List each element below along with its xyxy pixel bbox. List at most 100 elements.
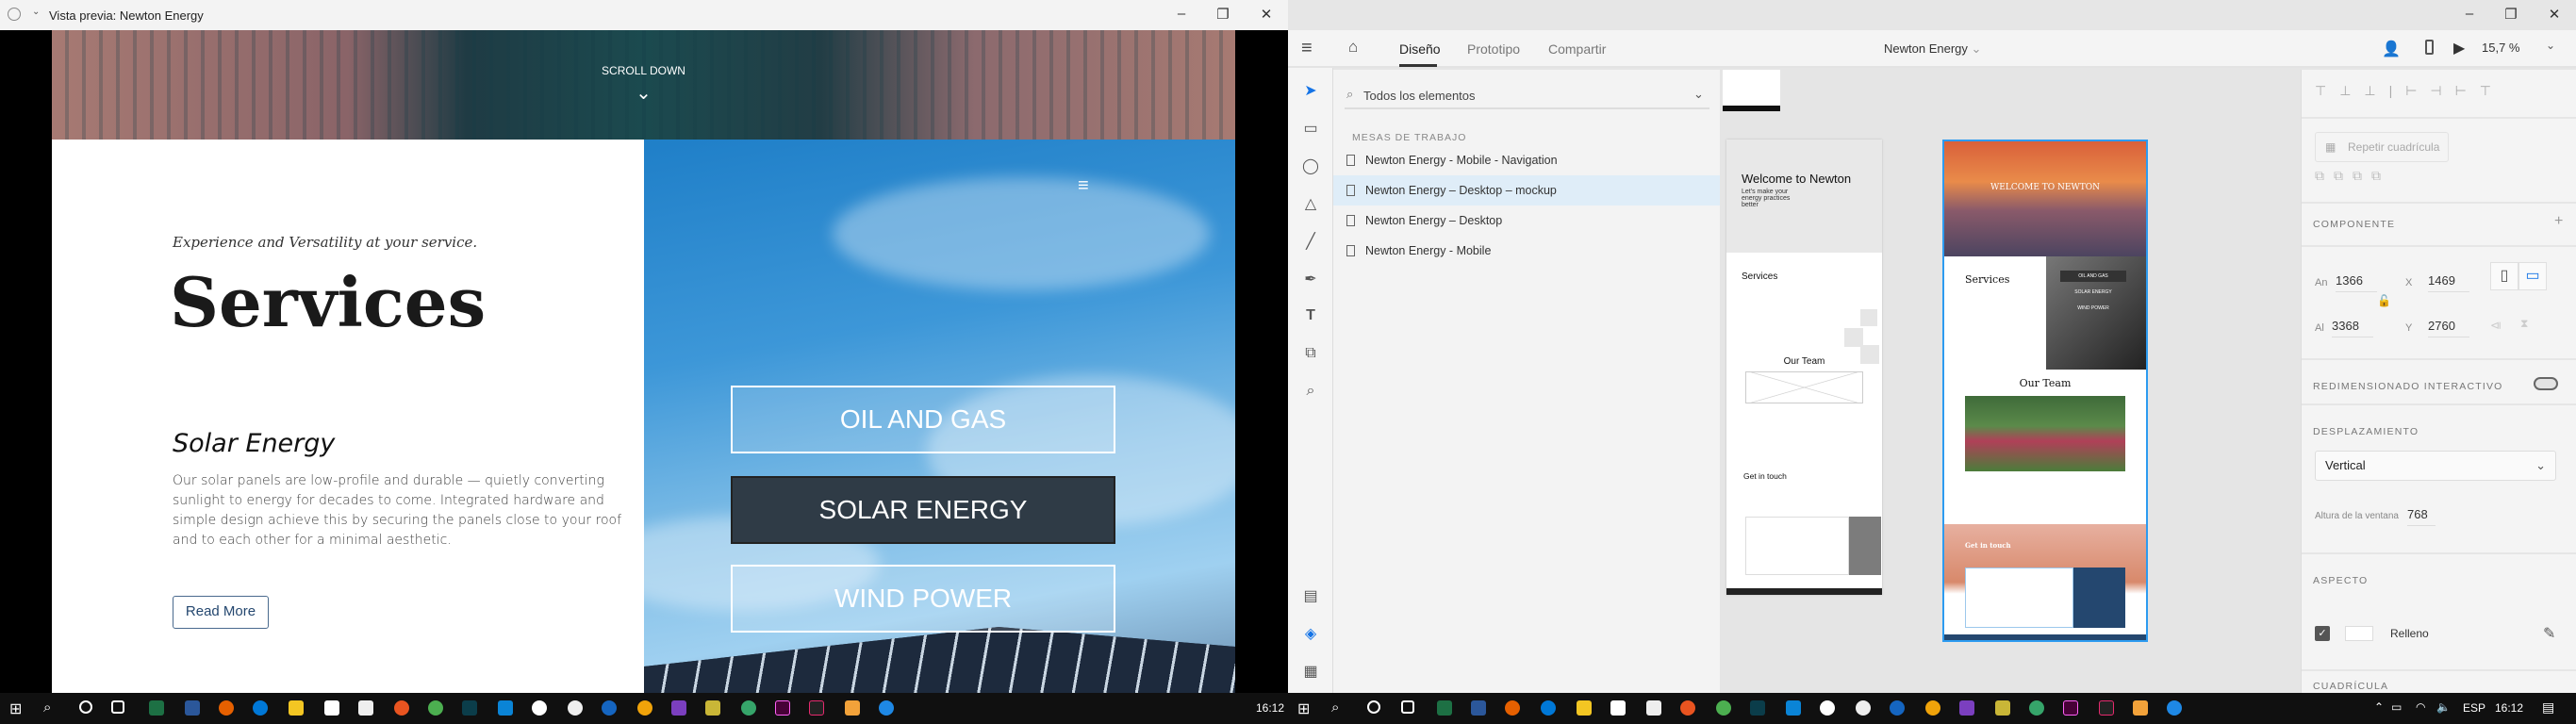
app-icon[interactable] [705,700,720,716]
word-icon[interactable] [185,700,200,716]
close-button[interactable]: ✕ [1252,6,1280,23]
hamburger-menu-icon[interactable]: ≡ [1301,38,1313,59]
file-explorer-icon[interactable] [1577,700,1592,716]
text-tool-icon[interactable]: T [1299,307,1322,324]
app-icon[interactable] [809,700,824,716]
terminal-icon[interactable] [1750,700,1765,716]
adobe-xd-icon[interactable] [775,700,790,716]
read-more-button[interactable]: Read More [173,596,269,629]
windows-start-icon[interactable]: ⊞ [9,699,22,718]
excel-icon[interactable] [149,700,164,716]
firefox-icon[interactable] [1505,700,1520,716]
app-icon[interactable] [568,700,583,716]
slack-icon[interactable] [532,700,547,716]
artboard-tool-icon[interactable]: ⧉ [1299,345,1322,362]
wind-power-button[interactable]: WIND POWER [731,565,1115,633]
lock-aspect-icon[interactable]: 🔓 [2377,294,2391,307]
fill-checkbox[interactable]: ✓ [2315,626,2330,641]
word-icon[interactable] [1471,700,1486,716]
layer-item[interactable]: Newton Energy - Mobile - Navigation [1333,145,1720,175]
tab-design[interactable]: Diseño [1399,41,1441,57]
plugins-icon[interactable]: ▦ [1299,662,1322,681]
edge-icon[interactable] [1541,700,1556,716]
pen-tool-icon[interactable]: ✒ [1299,270,1322,288]
minimize-button[interactable]: – [1167,6,1196,22]
firefox-icon[interactable] [219,700,234,716]
layers-search-input[interactable]: ⌕ Todos los elementos ⌄ [1345,83,1709,109]
vscode-icon[interactable] [1786,700,1801,716]
clock-left[interactable]: 16:12 [1256,701,1284,715]
landscape-icon[interactable]: ▭ [2518,262,2547,290]
app-icon[interactable] [741,700,756,716]
solar-energy-button[interactable]: SOLAR ENERGY [731,476,1115,544]
task-view-icon[interactable] [1401,700,1414,714]
viewport-height-input[interactable]: 768 [2407,507,2436,526]
visual-studio-icon[interactable] [1959,700,1974,716]
flip-vertical-icon[interactable]: ⧗ [2520,317,2528,331]
notifications-icon[interactable]: ▤ [2542,699,2554,716]
app-icon[interactable] [879,700,894,716]
artboard-desktop[interactable]: Welcome to Newton Let's make your energy… [1726,140,1882,595]
align-icons[interactable]: ⊤⊥⊥|⊢⊣⊢⊤ [2315,83,2504,99]
scroll-type-select[interactable]: Vertical ⌄ [2315,451,2556,481]
width-input[interactable]: 1366 [2336,273,2377,292]
zoom-chevron-icon[interactable]: ⌄ [2546,39,2555,52]
cortana-icon[interactable] [1367,700,1380,714]
artboard-mobile-navigation[interactable] [1723,70,1780,111]
mail-icon[interactable] [358,700,373,716]
play-preview-icon[interactable]: ▶ [2453,39,2465,58]
app-icon[interactable] [845,700,860,716]
tray-chevron-icon[interactable]: ⌃ [2374,700,2384,714]
terminal-icon[interactable] [462,700,477,716]
minimize-button[interactable]: – [2455,6,2484,22]
add-component-icon[interactable]: + [2554,213,2563,230]
volume-icon[interactable]: 🔈 [2436,700,2451,714]
app-icon[interactable] [602,700,617,716]
battery-icon[interactable]: ▭ [2391,700,2402,714]
excel-icon[interactable] [1437,700,1452,716]
layer-item[interactable]: Newton Energy - Mobile [1333,236,1720,266]
layer-item-selected[interactable]: Newton Energy – Desktop – mockup [1333,175,1720,206]
assets-icon[interactable]: ▤ [1299,586,1322,605]
record-icon[interactable] [8,8,21,21]
repeat-grid-button[interactable]: ▦ Repetir cuadrícula [2315,132,2449,162]
design-canvas[interactable]: Welcome to Newton Let's make your energy… [1720,70,2301,693]
scroll-down-link[interactable]: SCROLL DOWN ⌄ [52,64,1235,105]
zoom-level[interactable]: 15,7 % [2482,41,2519,55]
windows-start-icon[interactable]: ⊞ [1297,699,1310,718]
store-icon[interactable] [1610,700,1626,716]
app-icon[interactable] [1995,700,2010,716]
mail-icon[interactable] [1646,700,1661,716]
app-icon[interactable] [2133,700,2148,716]
mobile-preview-icon[interactable] [2425,40,2434,55]
filter-chevron-icon[interactable]: ⌄ [1693,87,1704,102]
file-explorer-icon[interactable] [289,700,304,716]
edge-icon[interactable] [253,700,268,716]
visual-studio-icon[interactable] [671,700,686,716]
app-icon[interactable] [2167,700,2182,716]
language-indicator[interactable]: ESP [2463,701,2485,715]
layers-icon[interactable]: ◈ [1299,624,1322,643]
ubuntu-icon[interactable] [1680,700,1695,716]
artboard-desktop-mockup-selected[interactable]: WELCOME TO NEWTON Services OIL AND GAS S… [1942,140,2148,642]
maximize-button[interactable]: ❐ [2497,6,2525,23]
line-tool-icon[interactable]: ╱ [1299,232,1322,251]
app-icon[interactable] [2029,700,2044,716]
app-icon[interactable] [2099,700,2114,716]
close-button[interactable]: ✕ [2540,6,2568,23]
ubuntu-icon[interactable] [394,700,409,716]
hamburger-menu-icon[interactable]: ≡ [1078,175,1089,197]
layer-item[interactable]: Newton Energy – Desktop [1333,206,1720,236]
vscode-icon[interactable] [498,700,513,716]
slack-icon[interactable] [1820,700,1835,716]
chevron-down-icon[interactable]: ⌄ [32,7,40,17]
invite-user-icon[interactable]: 👤 [2382,40,2401,58]
boolean-icons[interactable]: ⧉⧉⧉⧉ [2315,168,2390,184]
select-tool-icon[interactable]: ➤ [1299,81,1322,100]
ellipse-tool-icon[interactable]: ◯ [1299,156,1322,175]
responsive-resize-toggle[interactable] [2534,377,2558,390]
app-icon[interactable] [1925,700,1940,716]
adobe-xd-icon[interactable] [2063,700,2078,716]
chrome-icon[interactable] [1716,700,1731,716]
document-title-dropdown[interactable]: Newton Energy ⌄ [1884,41,1981,57]
